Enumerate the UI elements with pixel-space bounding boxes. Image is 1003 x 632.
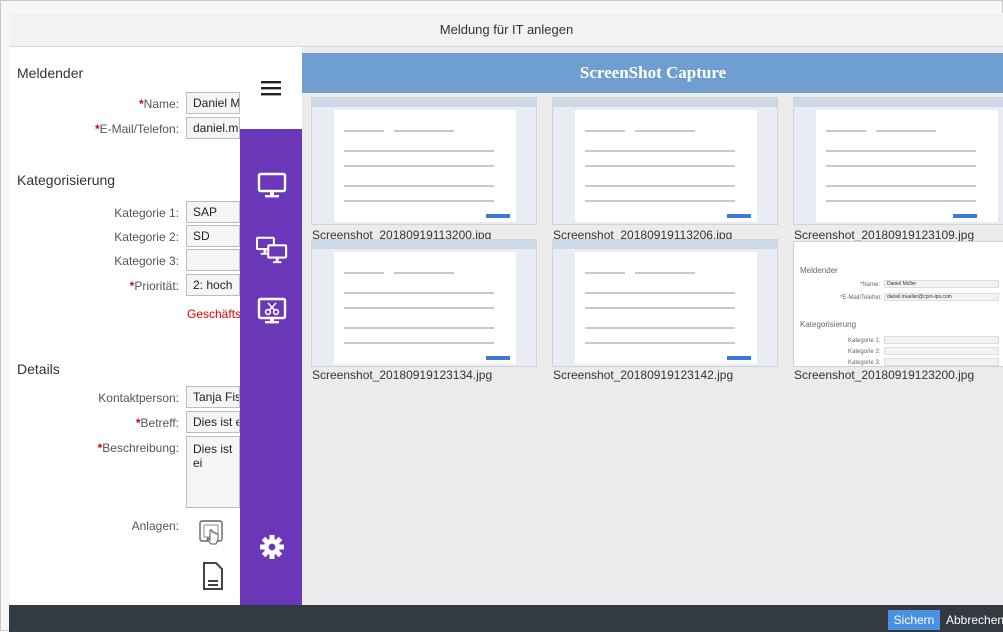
- description-textarea[interactable]: Dies ist ei: [186, 436, 240, 508]
- preview-category-section: Kategorisierung: [800, 320, 857, 329]
- category1-field[interactable]: SAP: [186, 201, 240, 223]
- contact-field[interactable]: daniel.mu: [186, 117, 240, 139]
- thumbnail-caption: Screenshot_20180919123142.jpg: [553, 368, 734, 382]
- preview-cat2-label: Kategorie 2:: [848, 349, 881, 355]
- window-title: Meldung für IT anlegen: [9, 13, 1003, 47]
- screenshot-thumbnail[interactable]: [552, 97, 778, 225]
- section-reporter: Meldender: [17, 65, 84, 81]
- section-details: Details: [17, 361, 60, 377]
- category2-field[interactable]: SD: [186, 225, 240, 247]
- name-label: *Name:: [138, 97, 179, 111]
- category3-label: Kategorie 3:: [114, 254, 179, 268]
- panel-title: ScreenShot Capture: [302, 53, 1003, 93]
- preview-section: Meldender: [800, 266, 838, 275]
- settings-gear-icon[interactable]: [256, 531, 288, 563]
- thumbnail-caption: Screenshot_20180919123200.jpg: [794, 368, 975, 382]
- preview-name-field: Daniel Müller: [884, 280, 999, 288]
- category3-field[interactable]: [186, 249, 240, 271]
- preview-cat2-field: [884, 347, 999, 355]
- description-label: *Beschreibung:: [97, 441, 179, 455]
- save-button[interactable]: Sichern: [888, 610, 940, 630]
- preview-contact-field: daniel.mueller@cpro-ips.com: [884, 293, 999, 301]
- cancel-button[interactable]: Abbrechen: [946, 610, 1003, 630]
- screen-capture-scissors-icon[interactable]: [256, 295, 288, 327]
- dual-monitor-icon[interactable]: [256, 234, 288, 266]
- category2-label: Kategorie 2:: [114, 230, 179, 244]
- contact-person-label: Kontaktperson:: [98, 391, 179, 405]
- monitor-icon[interactable]: [256, 169, 288, 201]
- priority-field[interactable]: 2: hoch: [186, 274, 240, 296]
- section-categorization: Kategorisierung: [17, 172, 116, 188]
- preview-cat1-label: Kategorie 1:: [848, 338, 881, 344]
- subject-field[interactable]: Dies ist ei: [186, 411, 240, 433]
- priority-label: *Priorität:: [129, 279, 179, 293]
- screenshot-thumbnail[interactable]: [311, 239, 537, 367]
- document-icon[interactable]: [185, 546, 240, 605]
- preview-contact-label: *E-Mail/Telefon:: [840, 295, 883, 301]
- thumbnail-caption: Screenshot_20180919123109.jpg: [794, 228, 975, 242]
- screenshot-thumbnail[interactable]: [552, 239, 778, 367]
- footer-bar: [9, 605, 1003, 632]
- contact-person-field[interactable]: Tanja Fisc: [186, 386, 240, 408]
- preview-cat1-field: [884, 336, 999, 344]
- app-window: Meldung für IT anlegen Meldender *Name: …: [0, 0, 1003, 632]
- contact-label: *E-Mail/Telefon:: [94, 122, 179, 136]
- thumbnail-caption: Screenshot_20180919123134.jpg: [312, 368, 493, 382]
- subject-label: *Betreff:: [135, 416, 179, 430]
- screenshot-thumbnail[interactable]: [311, 97, 537, 225]
- business-area-link[interactable]: Geschäftsa: [187, 307, 248, 321]
- attachments-label: Anlagen:: [131, 519, 179, 533]
- attach-touch-icon[interactable]: [197, 519, 227, 547]
- preview-name-label: *Name:: [860, 282, 881, 288]
- preview-cat3-field: [884, 358, 999, 366]
- screenshot-thumbnail-preview[interactable]: Meldender *Name: Daniel Müller *E-Mail/T…: [793, 241, 1003, 367]
- name-field[interactable]: Daniel Mü: [186, 92, 240, 114]
- preview-cat3-label: Kategorie 3:: [848, 360, 881, 366]
- screenshot-thumbnail[interactable]: [793, 97, 1003, 225]
- hamburger-menu-icon[interactable]: [240, 47, 302, 129]
- category1-label: Kategorie 1:: [114, 206, 179, 220]
